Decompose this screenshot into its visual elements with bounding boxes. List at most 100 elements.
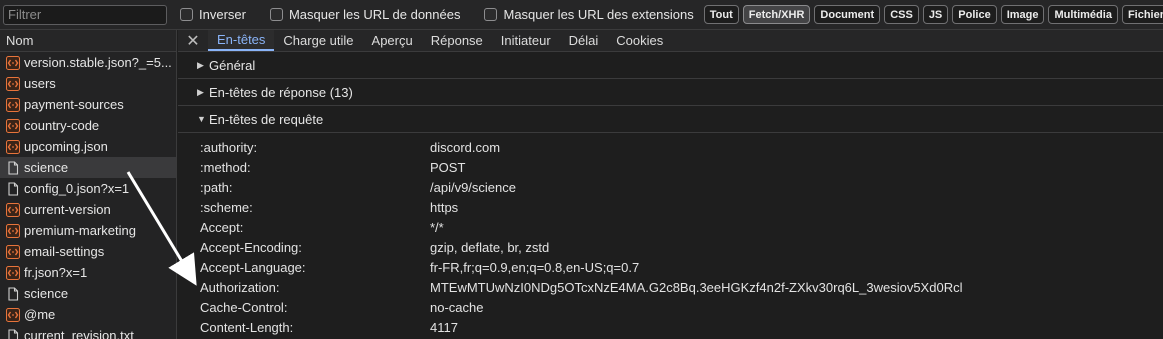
header-value[interactable]: https bbox=[430, 200, 458, 215]
request-name: config_0.json?x=1 bbox=[24, 181, 130, 196]
tab-en-tetes[interactable]: En-têtes bbox=[208, 30, 275, 51]
header-value[interactable]: POST bbox=[430, 160, 465, 175]
request-name: country-code bbox=[24, 118, 100, 133]
document-icon bbox=[8, 286, 19, 301]
request-row[interactable]: version.stable.json?_=5... bbox=[0, 52, 176, 73]
request-name: version.stable.json?_=5... bbox=[24, 55, 172, 70]
header-name: Accept-Encoding: bbox=[200, 239, 302, 255]
filter-chip-js[interactable]: JS bbox=[922, 5, 949, 24]
xhr-icon bbox=[6, 223, 20, 238]
tab-charge-utile[interactable]: Charge utile bbox=[274, 30, 362, 51]
section-general[interactable]: ▶ Général bbox=[178, 52, 1163, 79]
request-name: upcoming.json bbox=[24, 139, 108, 154]
section-general-title: Général bbox=[209, 57, 256, 73]
header-row: :authority: discord.com bbox=[178, 137, 1163, 157]
header-value[interactable]: discord.com bbox=[430, 140, 500, 155]
tab-apercu[interactable]: Aperçu bbox=[363, 30, 422, 51]
request-name: @me bbox=[24, 307, 56, 322]
request-name: users bbox=[24, 76, 56, 91]
request-row[interactable]: config_0.json?x=1 bbox=[0, 178, 176, 199]
request-row[interactable]: premium-marketing bbox=[0, 220, 176, 241]
request-row[interactable]: users bbox=[0, 73, 176, 94]
resource-type-filter: Tout Fetch/XHR Document CSS JS Police Image Mul… bbox=[694, 5, 1163, 24]
invert-checkbox-box[interactable] bbox=[180, 8, 193, 21]
hide-data-urls-checkbox-box[interactable] bbox=[269, 8, 283, 21]
request-list: Nom version.stable.json?_=5...users payme… bbox=[0, 30, 177, 339]
request-row[interactable]: science bbox=[0, 283, 176, 304]
header-value[interactable]: */* bbox=[430, 220, 444, 235]
filter-chip-image[interactable]: Image bbox=[1000, 5, 1045, 24]
request-name: science bbox=[24, 160, 69, 175]
xhr-icon bbox=[6, 139, 20, 154]
tab-cookies[interactable]: Cookies bbox=[607, 30, 672, 51]
request-row[interactable]: email-settings bbox=[0, 241, 176, 262]
request-rows: version.stable.json?_=5...users payment-s… bbox=[0, 52, 176, 339]
xhr-icon bbox=[6, 265, 20, 280]
name-column-header[interactable]: Nom bbox=[0, 30, 176, 52]
request-row[interactable]: payment-sources bbox=[0, 94, 176, 115]
expand-triangle-icon: ▶ bbox=[197, 59, 204, 70]
request-row[interactable]: current-version bbox=[0, 199, 176, 220]
header-name: Accept: bbox=[200, 219, 244, 235]
filter-chip-fichier-m[interactable]: Fichier m bbox=[1121, 5, 1163, 24]
section-request-headers[interactable]: ▼ En-têtes de requête bbox=[178, 106, 1163, 133]
xhr-icon bbox=[6, 97, 20, 112]
xhr-icon bbox=[6, 244, 20, 259]
xhr-icon bbox=[6, 76, 20, 91]
request-name: current_revision.txt bbox=[24, 328, 134, 339]
header-name: :method: bbox=[200, 159, 251, 175]
expand-triangle-icon: ▶ bbox=[197, 86, 204, 97]
header-value[interactable]: /api/v9/science bbox=[430, 180, 516, 195]
xhr-icon bbox=[6, 55, 20, 70]
tab-reponse[interactable]: Réponse bbox=[422, 30, 492, 51]
header-value[interactable]: fr-FR,fr;q=0.9,en;q=0.8,en-US;q=0.7 bbox=[430, 260, 639, 275]
header-name: :authority: bbox=[200, 139, 258, 155]
filter-chip-multim-dia[interactable]: Multimédia bbox=[1048, 5, 1118, 24]
hide-extension-urls-label: Masquer les URL des extensions bbox=[503, 7, 694, 22]
request-row[interactable]: @me bbox=[0, 304, 176, 325]
header-row: Content-Length: 4117 bbox=[178, 317, 1163, 337]
request-row[interactable]: science bbox=[0, 157, 176, 178]
invert-checkbox[interactable]: Inverser bbox=[180, 7, 246, 22]
xhr-icon bbox=[6, 118, 20, 133]
header-value[interactable]: 4117 bbox=[430, 320, 458, 335]
filter-chip-police[interactable]: Police bbox=[952, 5, 997, 24]
section-response-headers-title: En-têtes de réponse (13) bbox=[209, 84, 353, 100]
request-row[interactable]: upcoming.json bbox=[0, 136, 176, 157]
request-row[interactable]: country-code bbox=[0, 115, 176, 136]
devtools-network-panel: Inverser Masquer les URL de données Masq… bbox=[0, 0, 1163, 339]
header-row: Cache-Control: no-cache bbox=[178, 297, 1163, 317]
header-row: :scheme: https bbox=[178, 197, 1163, 217]
hide-extension-urls-checkbox-box[interactable] bbox=[484, 8, 498, 21]
document-icon bbox=[8, 328, 19, 339]
collapse-triangle-icon: ▼ bbox=[197, 114, 206, 124]
header-name: Accept-Language: bbox=[200, 259, 306, 275]
header-value[interactable]: MTEwMTUwNzI0NDg5OTcxNzE4MA.G2c8Bq.3eeHGK… bbox=[430, 280, 962, 295]
filter-chip-tout[interactable]: Tout bbox=[703, 5, 739, 24]
request-row[interactable]: current_revision.txt bbox=[0, 325, 176, 339]
hide-extension-urls-checkbox[interactable]: Masquer les URL des extensions bbox=[484, 7, 694, 22]
filter-chip-fetch-xhr[interactable]: Fetch/XHR bbox=[742, 5, 811, 24]
request-details-pane: ✕ En-têtes Charge utile Aperçu Réponse Initi… bbox=[178, 30, 1163, 339]
request-name: email-settings bbox=[24, 244, 105, 259]
filter-chip-css[interactable]: CSS bbox=[884, 5, 919, 24]
document-icon bbox=[8, 160, 19, 175]
document-icon bbox=[8, 181, 19, 196]
section-request-headers-title: En-têtes de requête bbox=[209, 111, 324, 127]
hide-data-urls-checkbox[interactable]: Masquer les URL de données bbox=[269, 7, 460, 22]
filter-input[interactable] bbox=[3, 4, 167, 25]
filter-chip-document[interactable]: Document bbox=[814, 5, 881, 24]
header-value[interactable]: no-cache bbox=[430, 300, 483, 315]
request-row[interactable]: fr.json?x=1 bbox=[0, 262, 176, 283]
xhr-icon bbox=[6, 202, 20, 217]
header-name: Authorization: bbox=[200, 279, 280, 295]
header-value[interactable]: gzip, deflate, br, zstd bbox=[430, 240, 549, 255]
section-response-headers[interactable]: ▶ En-têtes de réponse (13) bbox=[178, 79, 1163, 106]
tab-initiateur[interactable]: Initiateur bbox=[492, 30, 560, 51]
header-row: :method: POST bbox=[178, 157, 1163, 177]
tab-delai[interactable]: Délai bbox=[560, 30, 608, 51]
details-tab-bar: ✕ En-têtes Charge utile Aperçu Réponse Initi… bbox=[178, 30, 1163, 52]
header-name: Cache-Control: bbox=[200, 299, 288, 315]
header-name: :path: bbox=[200, 179, 233, 195]
close-icon[interactable]: ✕ bbox=[178, 30, 208, 51]
